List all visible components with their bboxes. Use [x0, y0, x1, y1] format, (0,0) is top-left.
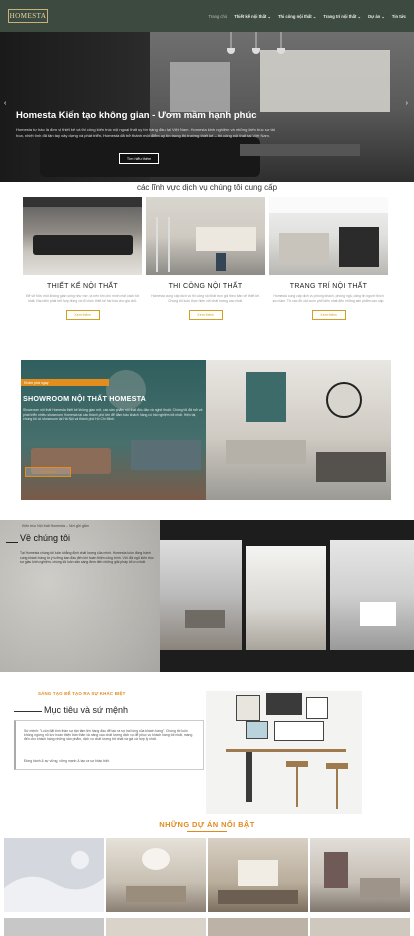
- divider: [6, 542, 18, 543]
- logo[interactable]: HOMESTA: [8, 9, 48, 23]
- nav-item-projects[interactable]: Dự án ⌄: [368, 14, 385, 19]
- service-text: Homesta cung cấp dịch vụ phòng khách, ph…: [272, 294, 385, 303]
- about-title: Về chúng tôi: [20, 533, 71, 543]
- project-card-7[interactable]: [208, 918, 308, 936]
- projects-title: NHỮNG DỰ ÁN NỔI BẬT: [159, 820, 255, 829]
- project-card-2[interactable]: [106, 838, 206, 912]
- about-gallery: [160, 520, 414, 672]
- project-card-4[interactable]: [310, 838, 410, 912]
- showroom-image-right: [206, 360, 391, 500]
- project-card-6[interactable]: [106, 918, 206, 936]
- service-card-construction: THI CÔNG NỘI THẤT Homesta cung cấp dịch …: [146, 197, 265, 320]
- service-more-button[interactable]: Xem thêm: [311, 310, 346, 320]
- image-placeholder-icon: [4, 851, 104, 912]
- showroom-text: Showroom nội thất Homesta thiết kế không…: [23, 408, 203, 422]
- service-image: [146, 197, 265, 275]
- chevron-left-icon[interactable]: ‹: [4, 100, 6, 107]
- service-image: [23, 197, 142, 275]
- service-title: THI CÔNG NỘI THẤT: [168, 283, 243, 290]
- showroom-banner: Khám phá ngay SHOWROOM NỘI THẤT HOMESTA …: [21, 360, 391, 500]
- nav-item-home[interactable]: Trang chủ: [208, 14, 227, 19]
- mission-image: [206, 691, 362, 814]
- hero-title: Homesta Kiến tạo không gian - Ươm mầm hạ…: [16, 110, 257, 121]
- about-tag: Kiến trúc Nội thất Homesta – Nơi gửi gắm: [22, 524, 89, 528]
- top-navbar: HOMESTA Trang chủ Thiết kế nội thất ⌄ Th…: [0, 0, 414, 32]
- about-text: Tại Homesta chúng tôi luôn khẳng định ch…: [20, 551, 154, 565]
- services-title: các lĩnh vực dịch vụ chúng tôi cung cấp: [136, 183, 278, 192]
- service-text: Để sở hữu một không gian sống như mơ, ta…: [26, 294, 139, 303]
- showroom-tag: Khám phá ngay: [21, 379, 109, 386]
- showroom-title: SHOWROOM NỘI THẤT HOMESTA: [23, 394, 147, 403]
- chevron-right-icon[interactable]: ›: [406, 100, 408, 107]
- mission-text: Sứ mệnh: "Luôn đặt tinh thần sự tận tâm …: [24, 729, 193, 742]
- project-card-1[interactable]: [4, 838, 104, 912]
- service-more-button[interactable]: Xem thêm: [65, 310, 100, 320]
- project-card-3[interactable]: [208, 838, 308, 912]
- hero-slider: Homesta Kiến tạo không gian - Ươm mầm hạ…: [0, 32, 414, 182]
- service-more-button[interactable]: Xem thêm: [188, 310, 223, 320]
- divider: [14, 711, 42, 712]
- mission-box: Sứ mệnh: "Luôn đặt tinh thần sự tận tâm …: [14, 720, 204, 770]
- service-image: [269, 197, 388, 275]
- hero-learn-more-button[interactable]: Tìm hiểu thêm: [119, 153, 159, 164]
- mission-title: Mục tiêu và sứ mệnh: [44, 705, 129, 715]
- nav-item-decoration[interactable]: Trang trí nội thất ⌄: [323, 14, 361, 19]
- service-title: THIẾT KẾ NỘI THẤT: [47, 283, 118, 290]
- service-title: TRANG TRÍ NỘI THẤT: [289, 283, 368, 290]
- mission-text-2: Đồng hành & sự vững, vững mạnh & tạo ra …: [24, 759, 110, 763]
- service-text: Homesta cung cấp dịch vụ thi công nội th…: [151, 294, 260, 303]
- project-card-8[interactable]: [310, 918, 410, 936]
- nav-item-news[interactable]: Tin tức: [392, 14, 406, 19]
- hero-text: Homesta tự hào là đơn vị thiết kế và thi…: [16, 127, 275, 138]
- service-card-decoration: TRANG TRÍ NỘI THẤT Homesta cung cấp dịch…: [269, 197, 388, 320]
- nav-item-interior-design[interactable]: Thiết kế nội thất ⌄: [234, 14, 271, 19]
- divider: [187, 831, 227, 832]
- about-section: Kiến trúc Nội thất Homesta – Nơi gửi gắm…: [0, 520, 414, 672]
- nav-item-construction[interactable]: Thi công nội thất ⌄: [278, 14, 316, 19]
- showroom-more-button[interactable]: Xem thêm: [25, 467, 71, 477]
- project-card-5[interactable]: [4, 918, 104, 936]
- service-card-design: THIẾT KẾ NỘI THẤT Để sở hữu một không gi…: [23, 197, 142, 320]
- mission-tag: SÁNG TẠO ĐỂ TẠO RA SỰ KHÁC BIỆT: [38, 691, 126, 696]
- main-menu: Trang chủ Thiết kế nội thất ⌄ Thi công n…: [208, 14, 406, 19]
